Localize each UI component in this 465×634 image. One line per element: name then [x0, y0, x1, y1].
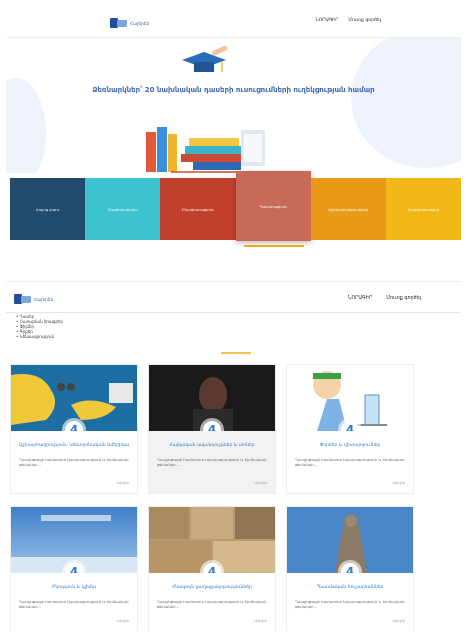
read-more-link[interactable]: Ավելին	[254, 481, 267, 485]
hero-title: Ձեռնարկներ՝ 20 նախնական դասերի ուսուցում…	[92, 86, 375, 94]
card-description: Դասընթացի համառոտ նկարագրություն և հիմնա…	[295, 457, 405, 467]
decor-blob	[6, 78, 46, 173]
section-accent	[221, 352, 251, 354]
card-thumbnail: 4	[11, 507, 137, 573]
top-screenshot: Հայերեն ՆՈՐԱԳԻՐ Մուտք գործել Ձեռնարկներ՝…	[6, 4, 461, 254]
card-thumbnail: 4	[287, 507, 413, 573]
read-more-link[interactable]: Ավելին	[392, 619, 405, 623]
books-illustration	[146, 127, 276, 173]
read-more-link[interactable]: Ավելին	[116, 619, 129, 623]
section-list: Դասեր Ուսուցման ծրագրեր Ֆիլմեր Գրքեր Կեն…	[16, 314, 63, 339]
card-title[interactable]: Աշխարհագրություն: Կենտրոնական Ամերիկա	[11, 443, 137, 449]
logo-icon	[110, 16, 128, 30]
read-more-link[interactable]: Ավելին	[392, 481, 405, 485]
nav-link-login[interactable]: Մուտք գործել	[348, 18, 381, 23]
nav-link-login[interactable]: Մուտք գործել	[386, 296, 421, 301]
decor-blob	[351, 38, 461, 168]
hero-banner: Ձեռնարկներ՝ 20 նախնական դասերի ուսուցում…	[6, 38, 461, 173]
read-more-link[interactable]: Ավելին	[254, 619, 267, 623]
bottom-header: Հայերեն ՆՈՐԱԳԻՐ Մուտք գործել	[6, 282, 461, 316]
bottom-screenshot: Հայերեն ՆՈՐԱԳԻՐ Մուտք գործել Դասեր Ուսու…	[6, 281, 461, 631]
category-tab[interactable]: Գրականություն	[385, 178, 461, 240]
active-indicator	[244, 245, 304, 247]
card-title[interactable]: Բնություն և կլիմա	[11, 585, 137, 591]
card-description: Դասընթացի համառոտ նկարագրություն և հիմնա…	[19, 599, 129, 609]
card-thumbnail: 4	[149, 365, 275, 431]
card-thumbnail: 4	[11, 365, 137, 431]
read-more-link[interactable]: Ավելին	[116, 481, 129, 485]
site-logo[interactable]: Հայերեն	[110, 16, 149, 30]
graduation-cap-icon	[182, 46, 228, 72]
logo-icon	[14, 292, 32, 306]
nav-link-new[interactable]: ՆՈՐԱԳԻՐ	[316, 18, 339, 23]
category-bar: Հայոց լեզու Մաթեմատիկա Բնագիտություն Պատ…	[10, 171, 461, 244]
category-tab[interactable]: Մաթեմատիկա	[85, 178, 161, 240]
top-header: Հայերեն ՆՈՐԱԳԻՐ Մուտք գործել	[6, 4, 461, 38]
course-grid: 4 Աշխարհագրություն: Կենտրոնական Ամերիկա …	[10, 362, 420, 631]
card-thumbnail: 4	[287, 365, 413, 431]
header-divider	[6, 312, 461, 313]
category-tab-active[interactable]: Պատմություն	[235, 171, 311, 241]
category-tab[interactable]: Հայոց լեզու	[10, 178, 86, 240]
card-description: Դասընթացի համառոտ նկարագրություն և հիմնա…	[19, 457, 129, 467]
course-card[interactable]: 4 Պատմական հուշարձաններ Դասընթացի համառո…	[286, 506, 414, 631]
category-tab[interactable]: Բնագիտություն	[160, 178, 236, 240]
course-card[interactable]: 4 Հնագույն քաղաքակրթություններ Դասընթացի…	[148, 506, 276, 631]
course-card[interactable]: 4 Փորձեր և դիտարկումներ Դասընթացի համառո…	[286, 364, 414, 494]
nav-link-new[interactable]: ՆՈՐԱԳԻՐ	[348, 296, 372, 301]
site-logo[interactable]: Հայերեն	[14, 292, 53, 306]
course-card[interactable]: 4 Բնություն և կլիմա Դասընթացի համառոտ նկ…	[10, 506, 138, 631]
course-card[interactable]: 4 Հայկական ավանդույթներ և տոներ Դասընթաց…	[148, 364, 276, 494]
category-tab[interactable]: Աշխարհագրություն	[310, 178, 386, 240]
card-title[interactable]: Պատմական հուշարձաններ	[287, 585, 413, 591]
top-nav: ՆՈՐԱԳԻՐ Մուտք գործել	[316, 18, 381, 23]
card-title[interactable]: Հնագույն քաղաքակրթություններ	[149, 585, 275, 591]
card-title[interactable]: Հայկական ավանդույթներ և տոներ	[149, 443, 275, 449]
bottom-nav: ՆՈՐԱԳԻՐ Մուտք գործել	[348, 296, 421, 301]
list-item[interactable]: Կենսագրություն	[16, 334, 63, 339]
course-card[interactable]: 4 Աշխարհագրություն: Կենտրոնական Ամերիկա …	[10, 364, 138, 494]
card-description: Դասընթացի համառոտ նկարագրություն և հիմնա…	[157, 457, 267, 467]
card-description: Դասընթացի համառոտ նկարագրություն և հիմնա…	[157, 599, 267, 609]
card-title[interactable]: Փորձեր և դիտարկումներ	[287, 443, 413, 449]
card-thumbnail: 4	[149, 507, 275, 573]
card-description: Դասընթացի համառոտ նկարագրություն և հիմնա…	[295, 599, 405, 609]
